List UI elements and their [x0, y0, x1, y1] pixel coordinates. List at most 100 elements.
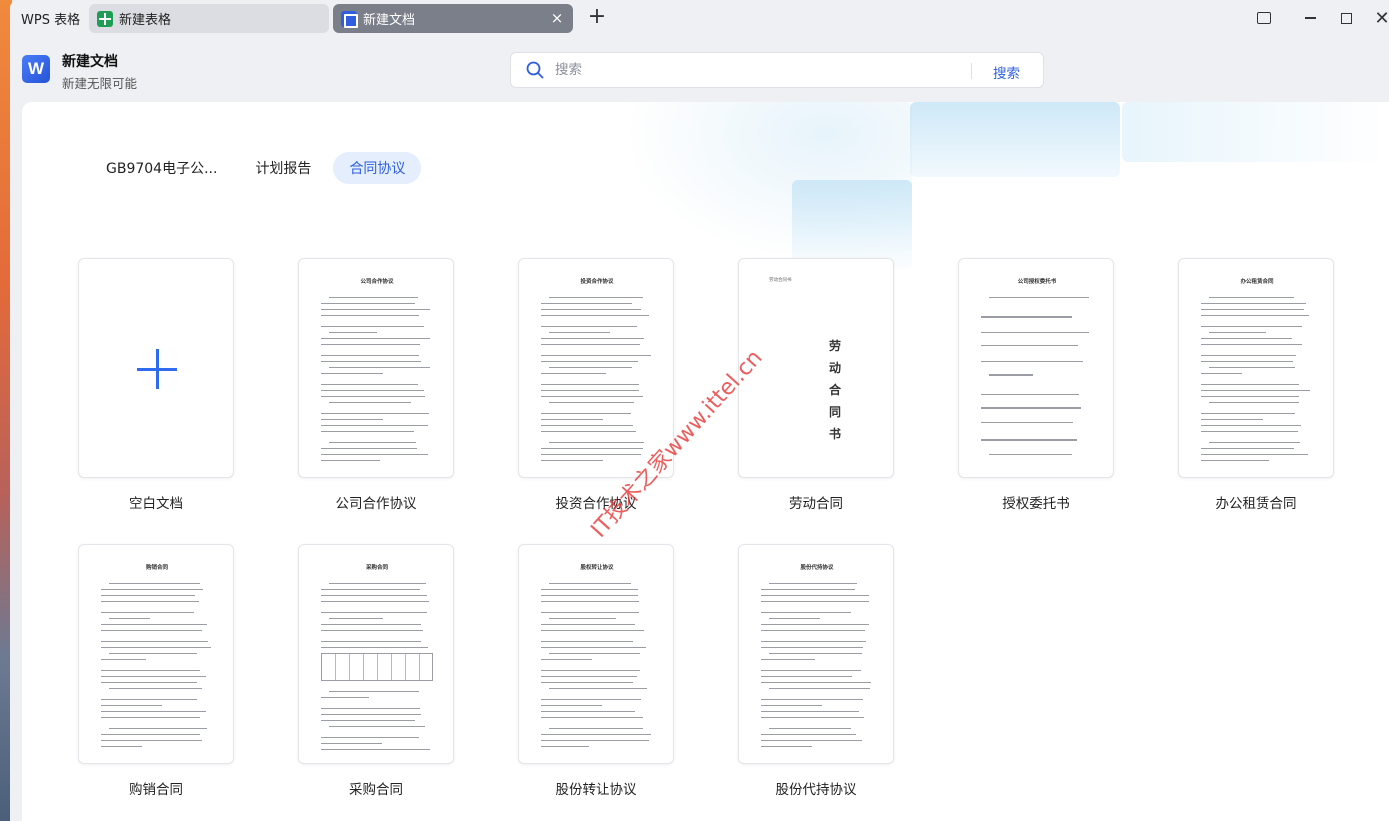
thumbnail-line [549, 583, 632, 585]
thumbnail-line [101, 699, 198, 701]
thumbnail-line [321, 361, 421, 363]
template-card[interactable]: 采购合同 [298, 544, 454, 764]
thumbnail-line [101, 612, 195, 614]
thumbnail-line [101, 624, 207, 626]
thumbnail-line [549, 297, 644, 299]
thumbnail-line [1201, 326, 1302, 328]
thumbnail-line [541, 705, 603, 707]
thumbnail-line [761, 734, 857, 736]
thumbnail-line [761, 682, 871, 684]
tab-new-document[interactable]: 新建文档 × [333, 4, 573, 33]
template-card[interactable]: 劳动合同书 劳 动 合 同 书 [738, 258, 894, 478]
minimize-icon[interactable] [1299, 8, 1321, 28]
template-label: 采购合同 [349, 782, 403, 798]
thumbnail-line [321, 309, 430, 311]
thumbnail-line [1201, 390, 1311, 392]
thumbnail-line [321, 697, 369, 699]
thumbnail-line [321, 612, 427, 614]
thumbnail-line [761, 595, 870, 597]
thumbnail-line [541, 624, 635, 626]
new-tab-plus-icon[interactable]: + [586, 6, 608, 28]
thumbnail-line [321, 454, 428, 456]
template-thumbnail: 公司授权委托书 [981, 277, 1093, 467]
thumbnail-line [761, 641, 866, 643]
thumbnail-line [321, 355, 419, 357]
thumbnail-line [981, 393, 1079, 396]
tab-new-spreadsheet[interactable]: 新建表格 [89, 4, 329, 33]
tab-wps-home[interactable]: WPS 表格 [12, 4, 87, 33]
thumbnail-line [541, 390, 640, 392]
template-thumbnail: 购销合同 [101, 563, 213, 753]
thumbnail-line [321, 630, 424, 632]
template-label: 投资合作协议 [555, 496, 637, 512]
template-panel: GB9704电子公... 计划报告 合同协议 空白文档 公司合作协议 公司合作协… [22, 102, 1389, 821]
thumbnail-line [329, 691, 419, 693]
thumbnail-line [101, 705, 163, 707]
template-card[interactable]: 购销合同 [78, 544, 234, 764]
thumbnail-line [321, 595, 427, 597]
thumbnail-line [761, 612, 852, 614]
thumbnail-line [761, 647, 864, 649]
template-card[interactable]: 股权转让协议 [518, 544, 674, 764]
thumbnail-title: 股权转让协议 [580, 565, 614, 571]
thumbnail-title: 公司合作协议 [360, 279, 394, 285]
thumbnail-line [1201, 303, 1307, 305]
template-label: 授权委托书 [1002, 496, 1070, 512]
tab-gb9704[interactable]: GB9704电子公... [90, 152, 233, 184]
decorative-block [792, 180, 912, 270]
thumbnail-line [321, 460, 380, 462]
thumbnail-line [1209, 332, 1267, 334]
thumbnail-line [321, 749, 431, 751]
tab-contracts[interactable]: 合同协议 [333, 152, 422, 184]
decorative-block [910, 102, 1120, 177]
thumbnail-line [541, 682, 633, 684]
vertical-char: 同 [829, 405, 842, 419]
thumbnail-line [549, 688, 648, 690]
close-window-icon[interactable]: ✕ [1371, 8, 1389, 29]
template-card-blank[interactable] [78, 258, 234, 478]
thumbnail-line [101, 682, 197, 684]
search-button[interactable]: 搜索 [993, 62, 1020, 82]
thumbnail-line [761, 670, 861, 672]
thumbnail-line [541, 338, 645, 340]
thumbnail-line [109, 618, 150, 620]
thumbnail-line [541, 303, 633, 305]
thumbnail-line [981, 316, 1073, 318]
template-card[interactable]: 办公租赁合同 [1178, 258, 1334, 478]
maximize-icon[interactable] [1335, 8, 1357, 28]
tab-close-icon[interactable]: × [549, 10, 565, 26]
thumbnail-line [541, 413, 632, 415]
window-layout-icon[interactable] [1253, 8, 1275, 28]
thumbnail-line [541, 699, 642, 701]
search-input[interactable] [555, 59, 965, 81]
thumbnail-line [101, 734, 200, 736]
thumbnail-line [541, 630, 644, 632]
thumbnail-line [541, 448, 643, 450]
wps-writer-logo-icon: W [22, 55, 50, 83]
template-card[interactable]: 公司授权委托书 [958, 258, 1114, 478]
tab-plan-report[interactable]: 计划报告 [239, 152, 327, 184]
thumbnail-line [329, 618, 384, 620]
thumbnail-title: 公司授权委托书 [1017, 279, 1057, 285]
thumbnail-line [989, 297, 1089, 299]
thumbnail-line [761, 601, 870, 603]
thumbnail-line [549, 618, 617, 620]
thumbnail-line [101, 647, 211, 649]
template-card[interactable]: 公司合作协议 [298, 258, 454, 478]
thumbnail-line [101, 641, 209, 643]
thumbnail-line [761, 746, 812, 748]
thumbnail-line [1201, 396, 1299, 398]
thumbnail-line [761, 659, 816, 661]
thumbnail-line [541, 344, 641, 346]
thumbnail-line [549, 332, 610, 334]
thumbnail-line [761, 740, 863, 742]
tab-sheet-label: 新建表格 [119, 13, 172, 28]
thumbnail-line [541, 589, 638, 591]
thumbnail-line [541, 659, 593, 661]
thumbnail-line [769, 653, 862, 655]
template-card[interactable]: 股份代持协议 [738, 544, 894, 764]
template-card[interactable]: 投资合作协议 [518, 258, 674, 478]
thumbnail-line [101, 589, 204, 591]
thumbnail-line [321, 315, 419, 317]
template-label: 空白文档 [129, 496, 183, 512]
